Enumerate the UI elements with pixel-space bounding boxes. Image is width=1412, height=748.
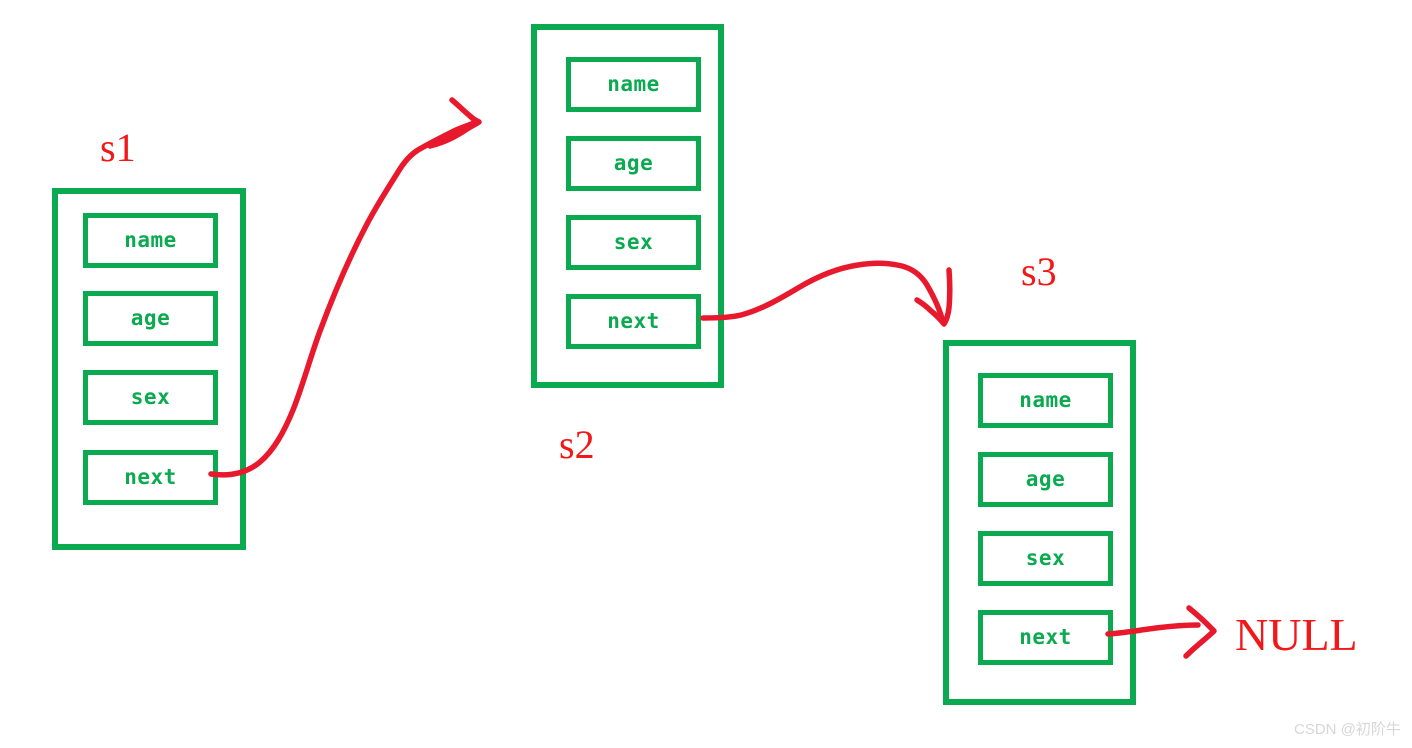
node-label-s2: s2: [559, 422, 595, 467]
field-s3-next: next: [978, 610, 1113, 665]
field-label: sex: [613, 230, 654, 254]
field-s1-next: next: [83, 450, 218, 505]
struct-node-s2: name age sex next: [531, 24, 724, 388]
field-label: name: [607, 72, 660, 96]
csdn-watermark: CSDN @初阶牛: [1294, 721, 1401, 738]
field-label: next: [1019, 625, 1072, 649]
field-label: name: [124, 228, 177, 252]
field-s3-age: age: [978, 452, 1113, 507]
field-s3-name: name: [978, 373, 1113, 428]
field-s1-sex: sex: [83, 370, 218, 425]
null-terminator-label: NULL: [1235, 609, 1358, 660]
field-label: sex: [1025, 546, 1066, 570]
field-s2-age: age: [566, 136, 701, 191]
field-label: next: [607, 309, 660, 333]
field-label: age: [1025, 467, 1066, 491]
struct-node-s3: name age sex next: [943, 340, 1136, 705]
field-label: next: [124, 465, 177, 489]
field-label: age: [613, 151, 654, 175]
field-s1-name: name: [83, 213, 218, 268]
field-s2-sex: sex: [566, 215, 701, 270]
field-label: name: [1019, 388, 1072, 412]
field-s1-age: age: [83, 291, 218, 346]
field-s2-name: name: [566, 57, 701, 112]
struct-node-s1: name age sex next: [52, 188, 246, 550]
node-label-s3: s3: [1021, 249, 1057, 294]
field-s2-next: next: [566, 294, 701, 349]
pointer-arrow-s1-to-s2: [208, 97, 482, 478]
diagram-canvas: s1 name age sex next name age sex next s…: [0, 0, 1412, 748]
pointer-arrow-s2-to-s3: [700, 260, 953, 327]
field-label: sex: [130, 385, 171, 409]
field-s3-sex: sex: [978, 531, 1113, 586]
node-label-s1: s1: [100, 125, 136, 170]
field-label: age: [130, 306, 171, 330]
